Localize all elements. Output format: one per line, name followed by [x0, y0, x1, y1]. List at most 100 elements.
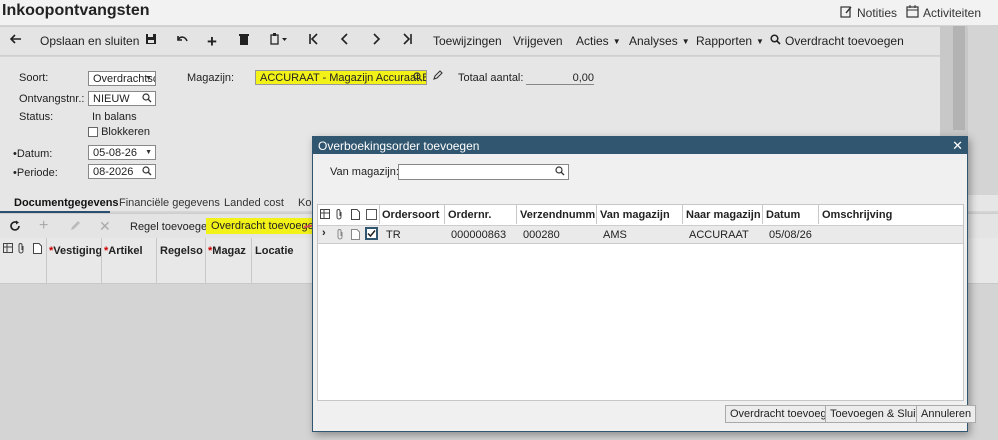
note-icon [351, 229, 360, 243]
search-icon [413, 72, 423, 84]
actions-menu[interactable]: Acties ▼ [576, 34, 621, 48]
save-icon[interactable] [145, 33, 157, 45]
tab-document-details[interactable]: Documentgegevens [14, 197, 119, 209]
cell-shipment-no: 000280 [523, 229, 560, 241]
add-transfer-order-dialog: Overboekingsorder toevoegen ✕ Van magazi… [312, 136, 977, 432]
checkbox-box [88, 127, 98, 138]
col-location[interactable]: Locatie [255, 245, 294, 257]
date-field[interactable]: 05-08-26 ▼ [88, 145, 156, 160]
from-warehouse-input[interactable] [398, 164, 569, 180]
cell-order-no: 000000863 [451, 229, 507, 241]
search-icon [142, 166, 152, 178]
caret-down-icon: ▼ [145, 75, 152, 82]
col-item-label: Artikel [108, 245, 143, 257]
row-expand-icon[interactable]: › [322, 227, 326, 239]
period-value: 08-2026 [93, 166, 134, 178]
analyses-menu[interactable]: Analyses ▼ [629, 34, 690, 48]
assignments-button[interactable]: Toewijzingen [433, 34, 502, 48]
col-warehouse[interactable]: *Magaz [208, 245, 246, 257]
cell-date: 05/08/26 [769, 229, 812, 241]
back-arrow-icon[interactable] [10, 33, 22, 45]
edit-line-icon[interactable] [70, 220, 81, 231]
period-field[interactable]: 08-2026 [88, 164, 156, 179]
cell-to-warehouse: ACCURAAT [689, 229, 749, 241]
close-icon[interactable]: ✕ [952, 138, 963, 154]
type-select[interactable]: Overdrachtsc ▼ [88, 71, 156, 86]
col-description[interactable]: Omschrijving [822, 209, 902, 221]
reports-menu[interactable]: Rapporten ▼ [696, 34, 764, 48]
row-selected-checkbox[interactable] [365, 227, 378, 240]
main-toolbar: Opslaan en sluiten + Toewijzingen Vrijge… [0, 26, 940, 56]
release-button[interactable]: Vrijgeven [513, 34, 563, 48]
warehouse-value: ACCURAAT - Magazijn Accuraat BV [260, 72, 427, 84]
scrollbar-thumb[interactable] [953, 26, 965, 130]
column-separator [762, 205, 763, 224]
block-checkbox[interactable]: Blokkeren [88, 126, 150, 138]
activities-link[interactable]: Activiteiten [906, 5, 981, 21]
column-separator [596, 205, 597, 224]
refresh-icon[interactable] [9, 220, 21, 232]
calendar-icon [906, 5, 919, 21]
column-separator [205, 238, 206, 284]
grid-settings-icon[interactable] [320, 209, 330, 222]
col-branch-label: Vestiging [53, 245, 103, 257]
type-label: Soort: [19, 72, 49, 84]
col-date[interactable]: Datum [766, 209, 816, 221]
total-qty-label: Totaal aantal: [458, 72, 524, 84]
caret-down-icon: ▼ [756, 36, 764, 46]
col-order-type[interactable]: Ordersoort [382, 209, 442, 221]
total-qty-value: 0,00 [526, 72, 594, 85]
date-label: •Datum: [13, 148, 52, 160]
attachment-icon [335, 209, 343, 223]
add-line-icon[interactable]: + [39, 217, 48, 235]
column-separator [251, 238, 252, 284]
table-row[interactable]: › TR 000000863 000280 AMS ACCURAAT 05/08… [318, 225, 963, 244]
column-separator [682, 205, 683, 224]
cancel-button[interactable]: Annuleren [916, 405, 977, 423]
add-line-button[interactable]: Regel toevoegen [130, 221, 213, 233]
receipt-no-field[interactable]: NIEUW [88, 91, 156, 106]
col-item[interactable]: *Artikel [104, 245, 143, 257]
dialog-title-bar: Overboekingsorder toevoegen ✕ [313, 137, 967, 154]
edit-note-icon [840, 5, 853, 21]
date-label-text: Datum: [16, 148, 53, 160]
analyses-label: Analyses [629, 34, 678, 48]
edit-pencil-icon[interactable] [433, 70, 443, 83]
transfer-orders-grid: Ordersoort Ordernr. Verzendnumme Van mag… [317, 204, 964, 401]
save-and-close-button[interactable]: Opslaan en sluiten [40, 34, 139, 48]
col-branch[interactable]: *Vestiging [49, 245, 102, 257]
page-title: Inkoopontvangsten [2, 2, 150, 19]
status-label: Status: [19, 111, 54, 123]
col-to-warehouse[interactable]: Naar magazijn [686, 209, 761, 221]
col-shipment-no[interactable]: Verzendnumme [520, 209, 595, 221]
caret-down-icon: ▼ [681, 36, 690, 46]
col-from-warehouse[interactable]: Van magazijn [600, 209, 680, 221]
col-line[interactable]: Regelso [160, 245, 203, 257]
column-separator [818, 205, 819, 224]
copy-paste-icon[interactable] [270, 33, 288, 45]
caret-down-icon: ▼ [145, 149, 152, 156]
tab-financial-details[interactable]: Financiële gegevens [119, 197, 220, 209]
notes-link[interactable]: Notities [840, 5, 897, 21]
receipt-no-value: NIEUW [93, 93, 130, 105]
delete-icon[interactable] [238, 33, 250, 45]
delete-line-icon[interactable]: ✕ [99, 218, 111, 235]
note-icon [33, 243, 42, 257]
previous-record-icon[interactable] [339, 33, 351, 45]
grid-settings-icon[interactable] [3, 243, 13, 256]
select-all-checkbox[interactable] [366, 209, 377, 220]
first-record-icon[interactable] [308, 33, 320, 45]
column-separator [156, 238, 157, 284]
next-record-icon[interactable] [370, 33, 382, 45]
col-order-no[interactable]: Ordernr. [448, 209, 516, 221]
search-icon [770, 34, 781, 48]
last-record-icon[interactable] [401, 33, 413, 45]
add-icon[interactable]: + [207, 32, 217, 52]
warehouse-field[interactable]: ACCURAAT - Magazijn Accuraat BV [255, 70, 427, 85]
caret-down-icon: ▼ [612, 36, 621, 46]
tab-landed-cost[interactable]: Landed cost [224, 197, 284, 209]
dialog-body: Van magazijn: Ordersoort Ordernr. Verzen [313, 154, 967, 431]
title-bar: Inkoopontvangsten Notities Activiteiten [0, 0, 998, 25]
undo-icon[interactable] [176, 33, 188, 45]
add-transfer-toolbar-button[interactable]: Overdracht toevoegen [770, 34, 904, 48]
